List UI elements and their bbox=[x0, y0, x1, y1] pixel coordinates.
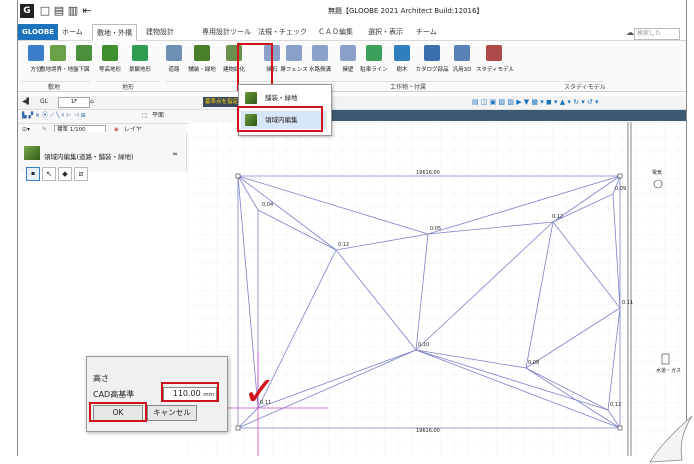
select-arrow-icon[interactable]: ↖ bbox=[42, 167, 56, 181]
tab-site-exterior[interactable]: 敷地・外構 bbox=[92, 24, 137, 41]
ribbon-button-retaining-wall[interactable]: 擁壁 bbox=[334, 43, 362, 81]
car-icon bbox=[424, 45, 440, 61]
ribbon-button-landscape[interactable]: 景観地形 bbox=[126, 43, 154, 81]
ribbon-button-underlay[interactable]: 下図 bbox=[70, 43, 98, 81]
tab-cad-edit[interactable]: ＣＡＤ編集 bbox=[314, 24, 357, 40]
new-file-icon[interactable]: □ bbox=[38, 4, 52, 18]
menu-bar: GLOOBE ホーム 敷地・外構 建物設計 専用設計ツール 法規・チェック ＣＡ… bbox=[18, 24, 686, 41]
ribbon-button-parking[interactable]: 駐車ライン bbox=[360, 43, 388, 81]
cancel-button[interactable]: キャンセル bbox=[147, 405, 197, 421]
elevation-label: 0.10 bbox=[418, 342, 429, 348]
page-curl-icon bbox=[648, 412, 694, 464]
generic-3d-icon bbox=[454, 45, 470, 61]
view-toolbar-icons[interactable]: ▤ ◫ ▣ ▧ ▨ ▶ ▼ ▦ ▾ ◼ ▾ ▲ ▾ ↻ ▾ ↺ ▾ bbox=[472, 98, 599, 106]
highlight-ok-button bbox=[89, 402, 147, 422]
panel-tool-buttons: ▪ ↖ ◆ ⧄ bbox=[26, 167, 88, 181]
point-tool-icon[interactable]: ▪ bbox=[26, 167, 40, 181]
site-boundary-icon bbox=[50, 45, 66, 61]
app-logo-icon[interactable]: G bbox=[20, 4, 34, 18]
landscape-icon bbox=[132, 45, 148, 61]
tab-special-tools[interactable]: 専用設計ツール bbox=[198, 24, 255, 40]
highlight-area-edit bbox=[237, 106, 323, 132]
paving-icon bbox=[194, 45, 210, 61]
elevation-label: 0.04 bbox=[262, 202, 273, 208]
checkmark-icon: ✓ bbox=[243, 369, 277, 415]
collapse-icon[interactable]: ≈ bbox=[172, 150, 178, 158]
plan-view-label[interactable]: 平面 bbox=[152, 111, 164, 121]
ribbon-button-label: 景観地形 bbox=[128, 67, 151, 73]
toolbar-row-1: ◀▌ GL 1F ⌂ ▤ ◫ ▣ ▧ ▨ ▶ ▼ ▦ ▾ ◼ ▾ ▲ ▾ ↻ ▾… bbox=[18, 96, 686, 110]
search-input[interactable]: 検索した bbox=[634, 28, 680, 40]
elevation-label: 0.09 bbox=[615, 186, 626, 192]
highlight-height-input bbox=[161, 382, 219, 402]
panel-title: 領域内編集(道路・舗装・緑地) bbox=[44, 153, 134, 161]
cad-base-label: CAD高基準 bbox=[93, 390, 135, 399]
group-label-structures: 工作物・付属 bbox=[390, 84, 427, 91]
utility-label-electric: 電気 bbox=[652, 169, 662, 176]
menu-item-paving-green[interactable]: 舗装・緑地 bbox=[241, 89, 327, 107]
ribbon-button-generic-3d[interactable]: 汎用3D bbox=[448, 43, 476, 81]
ribbon-button-label: 舗装・緑地 bbox=[188, 67, 216, 73]
ribbon-button-study-model[interactable]: スタディモデル bbox=[476, 43, 514, 81]
eraser-icon[interactable]: ◆ bbox=[58, 167, 72, 181]
group-label-terrain: 地形 bbox=[122, 84, 135, 91]
ribbon-button-site-boundary[interactable]: 敷地境界・地盤 bbox=[40, 43, 79, 81]
cloud-icon[interactable]: ☁ bbox=[626, 28, 634, 37]
underlay-icon bbox=[76, 45, 92, 61]
ribbon-button-fence[interactable]: 塀フェンス bbox=[280, 43, 308, 81]
group-label-site: 敷地 bbox=[48, 84, 61, 91]
tab-team[interactable]: チーム bbox=[412, 24, 441, 40]
elevation-label: 0.12 bbox=[552, 214, 563, 220]
save-icon[interactable]: ▥ bbox=[66, 4, 80, 18]
panel-paving-icon bbox=[24, 146, 40, 160]
paving-icon bbox=[245, 92, 257, 104]
retaining-wall-icon bbox=[340, 45, 356, 61]
parking-icon bbox=[366, 45, 382, 61]
compass-icon bbox=[28, 45, 44, 61]
dimension-label-top: 19616.00 bbox=[416, 170, 440, 176]
app-window: G □ ▤ ▥ ⇤ 無題【GLOOBE 2021 Architect Build… bbox=[17, 0, 687, 456]
ribbon-button-paving[interactable]: 舗装・緑地 bbox=[188, 43, 216, 81]
elevation-label: 0.12 bbox=[610, 402, 621, 408]
dialog-heading: 高さ bbox=[93, 374, 109, 383]
gloobe-menu-button[interactable]: GLOOBE bbox=[18, 24, 58, 40]
ribbon: 方位 敷地境界・地盤 下図 等高地形 景観地形 道路 舗装・緑地 建物緑化 縁石 塀フェンス 水路側… bbox=[18, 41, 686, 92]
ribbon-button-label: スタディモデル bbox=[476, 67, 515, 73]
elevation-label: 0.05 bbox=[430, 226, 441, 232]
elevation-label: 0.08 bbox=[528, 360, 539, 366]
ribbon-button-contour[interactable]: 等高地形 bbox=[96, 43, 124, 81]
ribbon-button-tree[interactable]: 樹木 bbox=[388, 43, 416, 81]
gl-label: GL bbox=[40, 98, 48, 105]
window-title: 無題【GLOOBE 2021 Architect Build:12016】 bbox=[328, 7, 484, 15]
utility-label-water: 水道・ガス bbox=[656, 367, 681, 374]
dimension-label-bottom: 19616.00 bbox=[416, 428, 440, 434]
plan-icon[interactable]: ⬚ bbox=[142, 111, 148, 121]
snap-tools-icon[interactable]: ▙ ▞ ✕ ⦿ ⟋ ╲ ♯ ⊢ ⊣ ⊞ bbox=[22, 111, 86, 121]
fence-icon bbox=[286, 45, 302, 61]
open-file-icon[interactable]: ▤ bbox=[52, 4, 66, 18]
tab-home[interactable]: ホーム bbox=[58, 24, 87, 40]
tab-regulation-check[interactable]: 法規・チェック bbox=[254, 24, 311, 40]
title-bar: G □ ▤ ▥ ⇤ 無題【GLOOBE 2021 Architect Build… bbox=[18, 0, 686, 22]
home-view-icon[interactable]: ⌂ bbox=[90, 97, 94, 107]
tab-select-display[interactable]: 選択・表示 bbox=[364, 24, 407, 40]
road-icon bbox=[166, 45, 182, 61]
tab-building-design[interactable]: 建物設計 bbox=[142, 24, 178, 40]
ribbon-button-road[interactable]: 道路 bbox=[160, 43, 188, 81]
contour-icon bbox=[102, 45, 118, 61]
toggle-icon[interactable]: ◀▌ bbox=[22, 97, 31, 107]
elevation-label: 0.12 bbox=[338, 242, 349, 248]
tree-icon bbox=[394, 45, 410, 61]
ribbon-button-car[interactable]: カタログ部品 bbox=[415, 43, 449, 81]
customize-icon[interactable]: ⇤ bbox=[80, 4, 94, 18]
gutter-icon bbox=[312, 45, 328, 61]
group-label-study-model: スタディモデル bbox=[564, 84, 606, 91]
ribbon-button-label: 汎用3D bbox=[452, 67, 472, 73]
mesh-icon[interactable]: ⧄ bbox=[74, 167, 88, 181]
elevation-label: 0.11 bbox=[622, 300, 633, 306]
floor-select[interactable]: 1F bbox=[58, 97, 90, 108]
ribbon-button-gutter[interactable]: 水路側溝 bbox=[306, 43, 334, 81]
study-model-icon bbox=[486, 45, 502, 61]
